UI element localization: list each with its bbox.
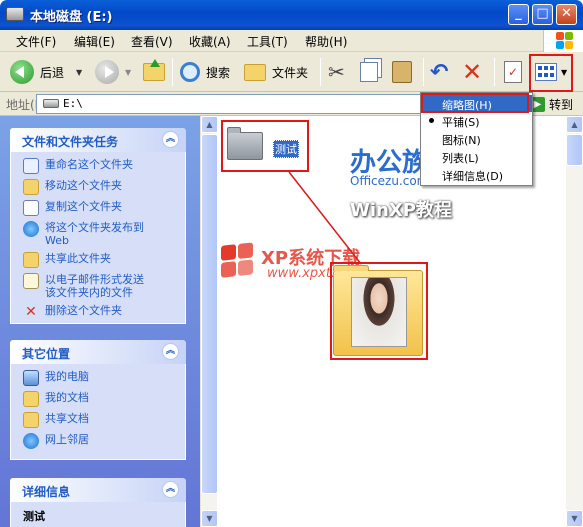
folders-icon xyxy=(244,63,266,81)
go-label: 转到 xyxy=(549,97,574,112)
place-my-computer[interactable]: 我的电脑 xyxy=(23,370,177,386)
menu-bar: 文件(F) 编辑(E) 查看(V) 收藏(A) 工具(T) 帮助(H) xyxy=(0,30,583,52)
scroll-up-button[interactable]: ▲ xyxy=(201,116,218,133)
windows-logo-icon xyxy=(543,30,583,52)
selected-bullet-icon xyxy=(429,118,434,123)
details-header[interactable]: 详细信息 ︽ xyxy=(10,478,186,502)
forward-dropdown-icon[interactable]: ▼ xyxy=(125,68,131,77)
share-icon xyxy=(23,252,39,268)
folders-label: 文件夹 xyxy=(272,65,309,80)
panel-title: 其它位置 xyxy=(22,347,71,361)
my-documents-icon xyxy=(23,391,39,407)
menu-file[interactable]: 文件(F) xyxy=(16,33,56,50)
annotation-thumbnails-box xyxy=(421,93,529,113)
up-folder-icon xyxy=(143,59,165,81)
paste-icon xyxy=(392,61,412,83)
task-rename-folder[interactable]: 重命名这个文件夹 xyxy=(23,158,177,174)
cut-button[interactable]: ✂ xyxy=(328,58,345,86)
view-tiles[interactable]: 平铺(S) xyxy=(421,112,532,129)
drive-icon xyxy=(6,7,24,21)
search-label: 搜索 xyxy=(206,65,231,80)
properties-icon: ✓ xyxy=(504,61,522,83)
search-icon xyxy=(180,62,200,82)
delete-button[interactable]: ✕ xyxy=(462,58,482,86)
menu-edit[interactable]: 编辑(E) xyxy=(74,33,115,50)
email-icon xyxy=(23,273,39,289)
view-list[interactable]: 列表(L) xyxy=(421,148,532,165)
scroll-down-button[interactable]: ▼ xyxy=(201,510,218,527)
annotation-views-button-box xyxy=(529,54,573,92)
my-computer-icon xyxy=(23,370,39,386)
forward-arrow-icon xyxy=(95,60,119,84)
task-email-files[interactable]: 以电子邮件形式发送 该文件夹内的文件 xyxy=(23,273,177,299)
delete-icon: ✕ xyxy=(462,58,483,86)
scroll-thumb[interactable] xyxy=(566,134,583,166)
back-button[interactable]: 后退 ▼ xyxy=(10,58,82,86)
forward-button[interactable]: ▼ xyxy=(95,58,131,86)
copy-button[interactable] xyxy=(360,58,378,86)
properties-button[interactable]: ✓ xyxy=(504,58,522,86)
menu-favorites[interactable]: 收藏(A) xyxy=(189,33,231,50)
undo-icon: ↶ xyxy=(430,59,449,85)
other-places-header[interactable]: 其它位置 ︽ xyxy=(10,340,186,364)
undo-button[interactable]: ↶ xyxy=(430,58,448,86)
task-pane-scrollbar[interactable]: ▲ ▼ xyxy=(200,116,218,527)
address-value: E:\ xyxy=(63,97,83,110)
menu-tools[interactable]: 工具(T) xyxy=(247,33,288,50)
toolbar: 后退 ▼ ▼ 搜索 文件夹 ✂ ↶ ✕ ✓ ▼ xyxy=(0,52,583,92)
collapse-icon[interactable]: ︽ xyxy=(162,131,179,148)
scroll-thumb[interactable] xyxy=(201,134,218,494)
title-bar[interactable]: 本地磁盘 (E:) _ □ ✕ xyxy=(0,0,583,30)
move-icon xyxy=(23,179,39,195)
menu-help[interactable]: 帮助(H) xyxy=(305,33,347,50)
file-list-scrollbar[interactable]: ▲ ▼ xyxy=(566,116,583,527)
network-icon xyxy=(23,433,39,449)
delete-icon: ✕ xyxy=(25,304,37,320)
minimize-button[interactable]: _ xyxy=(508,4,529,25)
back-dropdown-icon[interactable]: ▼ xyxy=(76,68,82,77)
place-shared-documents[interactable]: 共享文档 xyxy=(23,412,177,428)
file-folder-tasks-panel: 文件和文件夹任务 ︽ 重命名这个文件夹 移动这个文件夹 复制这个文件夹 将这个文… xyxy=(10,128,186,324)
task-delete-folder[interactable]: ✕ 删除这个文件夹 xyxy=(23,304,177,320)
view-details[interactable]: 详细信息(D) xyxy=(421,166,532,183)
drive-icon xyxy=(43,99,59,108)
menu-view[interactable]: 查看(V) xyxy=(131,33,173,50)
folders-button[interactable]: 文件夹 xyxy=(244,58,308,86)
window-title: 本地磁盘 (E:) xyxy=(30,10,113,25)
place-my-documents[interactable]: 我的文档 xyxy=(23,391,177,407)
place-network[interactable]: 网上邻居 xyxy=(23,433,177,449)
details-name: 测试 xyxy=(23,510,45,523)
panel-title: 文件和文件夹任务 xyxy=(22,135,119,149)
task-copy-folder[interactable]: 复制这个文件夹 xyxy=(23,200,177,216)
task-share-folder[interactable]: 共享此文件夹 xyxy=(23,252,177,268)
copy-icon xyxy=(360,62,378,82)
task-publish-web[interactable]: 将这个文件夹发布到 Web xyxy=(23,221,177,247)
up-folder-button[interactable] xyxy=(143,58,165,86)
file-folder-tasks-header[interactable]: 文件和文件夹任务 ︽ xyxy=(10,128,186,152)
collapse-icon[interactable]: ︽ xyxy=(162,481,179,498)
back-arrow-icon xyxy=(10,60,34,84)
scroll-up-button[interactable]: ▲ xyxy=(566,116,583,133)
details-panel: 详细信息 ︽ 测试 xyxy=(10,478,186,527)
paste-button[interactable] xyxy=(392,58,412,86)
close-button[interactable]: ✕ xyxy=(556,4,577,25)
other-places-panel: 其它位置 ︽ 我的电脑 我的文档 共享文档 网上邻居 xyxy=(10,340,186,460)
search-button[interactable]: 搜索 xyxy=(180,58,230,86)
collapse-icon[interactable]: ︽ xyxy=(162,343,179,360)
rename-icon xyxy=(23,158,39,174)
panel-title: 详细信息 xyxy=(22,485,71,499)
task-pane: 文件和文件夹任务 ︽ 重命名这个文件夹 移动这个文件夹 复制这个文件夹 将这个文… xyxy=(0,116,200,527)
cut-icon: ✂ xyxy=(328,60,345,84)
view-icons[interactable]: 图标(N) xyxy=(421,130,532,147)
go-button[interactable]: ▶ 转到 xyxy=(530,94,583,114)
scroll-down-button[interactable]: ▼ xyxy=(566,510,583,527)
task-move-folder[interactable]: 移动这个文件夹 xyxy=(23,179,177,195)
maximize-button[interactable]: □ xyxy=(532,4,553,25)
copy-icon xyxy=(23,200,39,216)
publish-web-icon xyxy=(23,221,39,237)
shared-documents-icon xyxy=(23,412,39,428)
back-label: 后退 xyxy=(40,65,65,80)
